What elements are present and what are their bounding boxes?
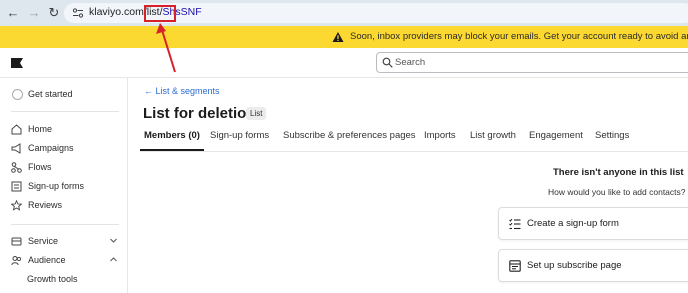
- type-badge: List: [246, 107, 267, 120]
- site-settings-icon[interactable]: [72, 7, 84, 19]
- sidebar-item-label: Sign-up forms: [28, 181, 85, 191]
- sidebar-item-sign-up-forms[interactable]: Sign-up forms: [11, 180, 121, 194]
- screen: ← → ↻ klaviyo.com/list/ShsSNF Soon, inbo…: [0, 0, 688, 293]
- back-to-lists-link[interactable]: ← List & segments: [144, 86, 220, 96]
- chevron-up-icon[interactable]: [109, 255, 118, 264]
- flows-icon: [11, 162, 22, 173]
- sidebar-item-service[interactable]: Service: [11, 235, 121, 249]
- sidebar-item-audience[interactable]: Audience: [11, 254, 121, 268]
- active-tab-indicator: [140, 149, 204, 151]
- sidebar-item-label: Get started: [28, 89, 73, 99]
- audience-icon: [11, 256, 22, 266]
- back-arrow-icon[interactable]: ←: [5, 5, 21, 21]
- card-label: Set up subscribe page: [527, 260, 622, 271]
- sidebar-item-label: Home: [28, 124, 53, 134]
- tab-sign-up-forms[interactable]: Sign-up forms: [210, 130, 269, 141]
- chevron-down-icon[interactable]: [109, 236, 118, 245]
- page-icon: [509, 260, 521, 272]
- set-up-subscribe-page-card[interactable]: Set up subscribe page: [498, 249, 688, 282]
- sidebar-item-label: Service: [28, 236, 59, 246]
- sidebar-item-label: Reviews: [28, 200, 63, 210]
- sidebar-item-label: Audience: [28, 255, 66, 265]
- tab-bar: Members (0) Sign-up forms Subscribe & pr…: [140, 130, 688, 152]
- sidebar-item-growth-tools[interactable]: Growth tools: [27, 273, 137, 287]
- sidebar-item-flows[interactable]: Flows: [11, 161, 121, 175]
- forward-arrow-icon[interactable]: →: [26, 5, 42, 21]
- back-link-label: List & segments: [155, 86, 220, 96]
- sidebar-item-campaigns[interactable]: Campaigns: [11, 142, 121, 156]
- browser-toolbar: ← → ↻ klaviyo.com/list/ShsSNF: [0, 0, 688, 26]
- home-icon: [11, 124, 22, 135]
- tab-settings[interactable]: Settings: [595, 130, 629, 141]
- search-placeholder: Search: [395, 57, 426, 68]
- sidebar-item-label: Campaigns: [28, 143, 74, 153]
- form-list-icon: [509, 218, 521, 230]
- sidebar: Get started Home Campaigns Flows Sign-up…: [0, 78, 128, 293]
- create-sign-up-form-card[interactable]: Create a sign-up form: [498, 207, 688, 240]
- card-label: Create a sign-up form: [527, 218, 619, 229]
- sidebar-item-get-started[interactable]: Get started: [11, 88, 121, 102]
- sidebar-item-label: Growth tools: [27, 274, 78, 284]
- form-icon: [11, 181, 22, 192]
- app-header: Search: [0, 48, 688, 78]
- search-icon: [382, 57, 393, 68]
- empty-state-title: There isn't anyone in this list: [553, 167, 684, 178]
- annotation-arrow-icon: [156, 23, 176, 73]
- banner-text: Soon, inbox providers may block your ema…: [350, 31, 688, 42]
- divider: [11, 224, 119, 225]
- tab-engagement[interactable]: Engagement: [529, 130, 583, 141]
- sidebar-item-home[interactable]: Home: [11, 123, 121, 137]
- tab-list-growth[interactable]: List growth: [470, 130, 516, 141]
- empty-state-subtitle: How would you like to add contacts?: [548, 187, 686, 197]
- search-input[interactable]: Search: [376, 52, 688, 73]
- reload-icon[interactable]: ↻: [46, 5, 62, 21]
- progress-circle-icon: [12, 89, 23, 100]
- warning-icon: [332, 32, 344, 42]
- star-icon: [11, 200, 22, 211]
- tab-imports[interactable]: Imports: [424, 130, 456, 141]
- sidebar-item-label: Flows: [28, 162, 52, 172]
- tab-members[interactable]: Members (0): [144, 130, 200, 141]
- tab-subscribe-preferences-pages[interactable]: Subscribe & preferences pages: [283, 130, 416, 141]
- divider: [11, 111, 119, 112]
- service-icon: [11, 237, 22, 246]
- megaphone-icon: [11, 143, 21, 154]
- klaviyo-logo-icon[interactable]: [11, 58, 23, 68]
- page-title: List for deletion: [143, 105, 256, 122]
- warning-banner: Soon, inbox providers may block your ema…: [0, 26, 688, 48]
- sidebar-item-reviews[interactable]: Reviews: [11, 199, 121, 213]
